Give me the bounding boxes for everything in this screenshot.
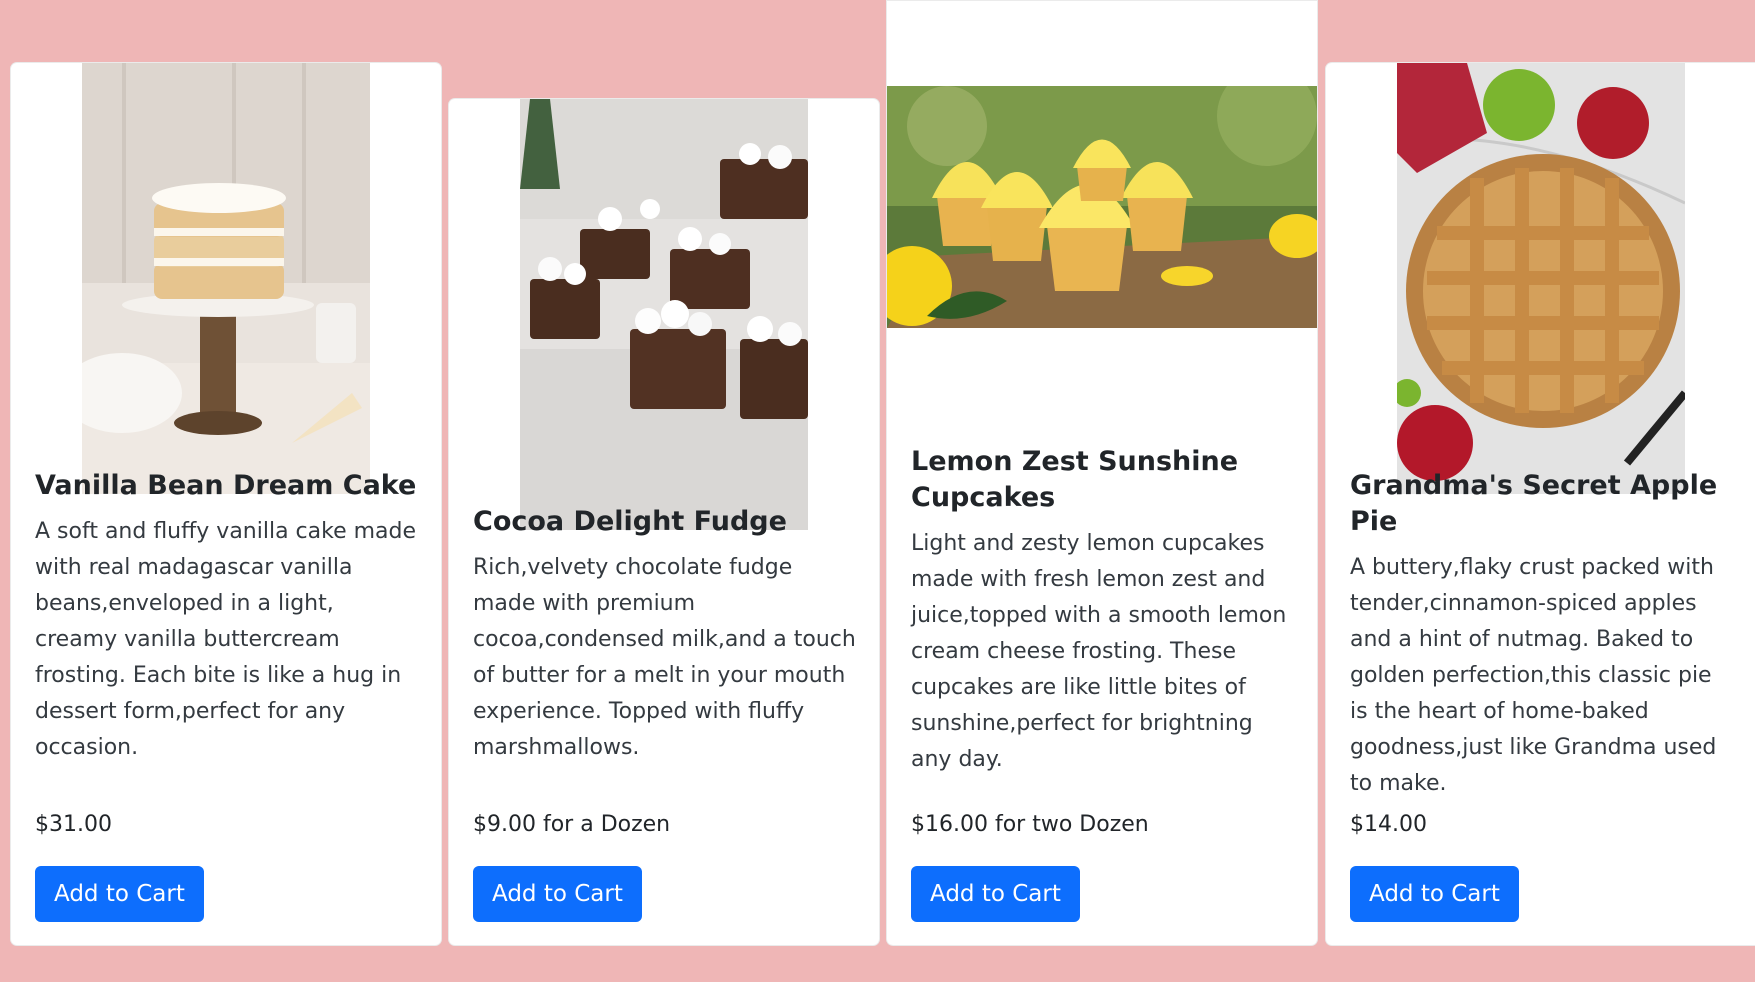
add-to-cart-button[interactable]: Add to Cart <box>35 866 204 922</box>
product-price: $31.00 <box>35 812 112 837</box>
product-title: Cocoa Delight Fudge <box>473 506 787 537</box>
product-price: $16.00 for two Dozen <box>911 812 1149 837</box>
product-title: Lemon Zest Sunshine Cupcakes <box>911 446 1239 513</box>
product-title: Grandma's Secret Apple Pie <box>1350 470 1718 537</box>
product-price: $14.00 <box>1350 812 1427 837</box>
product-description: A soft and fluffy vanilla cake made with… <box>35 519 417 760</box>
add-to-cart-button[interactable]: Add to Cart <box>911 866 1080 922</box>
add-to-cart-button[interactable]: Add to Cart <box>1350 866 1519 922</box>
apple-pie-photo <box>1397 63 1685 494</box>
product-card-lemon-cupcakes: Lemon Zest Sunshine Cupcakes Light and z… <box>886 0 1318 946</box>
fudge-photo <box>520 99 808 530</box>
product-card-vanilla-cake: Vanilla Bean Dream Cake A soft and fluff… <box>10 62 442 946</box>
product-price: $9.00 for a Dozen <box>473 812 671 837</box>
cupcakes-photo <box>887 86 1317 328</box>
product-card-cocoa-fudge: Cocoa Delight Fudge Rich,velvety chocola… <box>448 98 880 946</box>
product-title: Vanilla Bean Dream Cake <box>35 470 417 501</box>
product-description: Light and zesty lemon cupcakes made with… <box>911 531 1287 772</box>
product-card-apple-pie: Grandma's Secret Apple Pie A buttery,fla… <box>1325 62 1755 946</box>
product-description: A buttery,flaky crust packed with tender… <box>1350 555 1717 796</box>
product-description: Rich,velvety chocolate fudge made with p… <box>473 555 856 760</box>
add-to-cart-button[interactable]: Add to Cart <box>473 866 642 922</box>
layer-cake-photo <box>82 63 370 494</box>
